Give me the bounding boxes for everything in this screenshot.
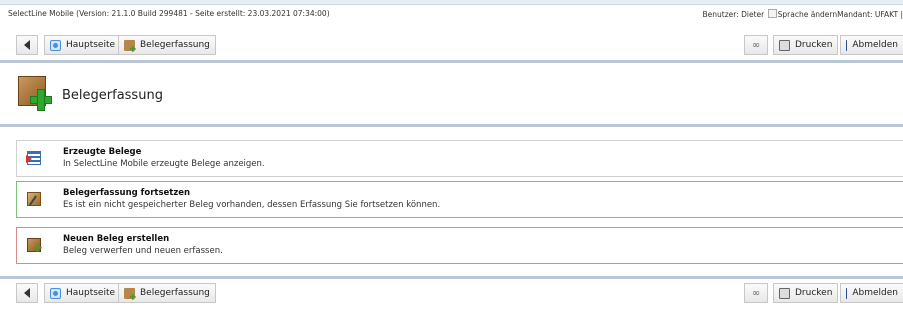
card-title: Erzeugte Belege (63, 147, 141, 157)
logout-button[interactable]: Abmelden (840, 35, 903, 55)
edit-document-icon (27, 192, 41, 206)
new-document-icon (27, 238, 41, 252)
page-title: Belegerfassung (62, 88, 163, 103)
glasses-icon: ∞ (751, 288, 762, 299)
print-button[interactable]: Drucken (773, 283, 838, 303)
belegerfassung-button-label: Belegerfassung (140, 288, 210, 298)
home-button[interactable]: Hauptseite (44, 283, 121, 303)
top-toolbar: Hauptseite Belegerfassung ∞ Drucken Abme… (0, 30, 903, 63)
mandant-label: Mandant: UFAKT | (837, 10, 903, 19)
card-belegerfassung-fortsetzen[interactable]: Belegerfassung fortsetzen Es ist ein nic… (16, 181, 903, 218)
user-label: Benutzer: Dieter (703, 10, 765, 19)
logout-icon (846, 288, 847, 299)
glasses-icon: ∞ (751, 40, 762, 51)
back-arrow-icon (24, 288, 30, 298)
home-button-label: Hauptseite (66, 288, 115, 298)
home-icon (50, 288, 61, 299)
language-flag-icon[interactable] (768, 9, 777, 18)
home-button[interactable]: Hauptseite (44, 35, 121, 55)
card-title: Belegerfassung fortsetzen (63, 188, 190, 198)
print-button[interactable]: Drucken (773, 35, 838, 55)
print-button-label: Drucken (795, 40, 832, 50)
belegerfassung-button[interactable]: Belegerfassung (118, 283, 216, 303)
home-button-label: Hauptseite (66, 40, 115, 50)
print-button-label: Drucken (795, 288, 832, 298)
belegerfassung-button-label: Belegerfassung (140, 40, 210, 50)
document-list-icon (27, 151, 41, 165)
back-button[interactable] (16, 35, 38, 55)
printer-icon (779, 288, 790, 299)
card-neuen-beleg-erstellen[interactable]: Neuen Beleg erstellen Beleg verwerfen un… (16, 227, 903, 264)
card-description: Beleg verwerfen und neuen erfassen. (63, 246, 223, 256)
language-change-link[interactable]: Sprache ändern (778, 10, 838, 19)
bottom-toolbar: Hauptseite Belegerfassung ∞ Drucken Abme… (0, 276, 903, 309)
logout-button[interactable]: Abmelden (840, 283, 903, 303)
printer-icon (779, 40, 790, 51)
home-icon (50, 40, 61, 51)
card-erzeugte-belege[interactable]: Erzeugte Belege In SelectLine Mobile erz… (16, 140, 903, 177)
belegerfassung-icon (18, 76, 52, 110)
glasses-button[interactable]: ∞ (744, 35, 768, 55)
glasses-button[interactable]: ∞ (744, 283, 768, 303)
card-title: Neuen Beleg erstellen (63, 234, 169, 244)
beleg-add-icon (124, 40, 135, 51)
card-description: In SelectLine Mobile erzeugte Belege anz… (63, 159, 265, 169)
logout-button-label: Abmelden (852, 40, 898, 50)
card-description: Es ist ein nicht gespeicherter Beleg vor… (63, 200, 440, 210)
page-header: Belegerfassung (0, 66, 903, 127)
top-border (0, 0, 903, 5)
beleg-add-icon (124, 288, 135, 299)
back-arrow-icon (24, 40, 30, 50)
logout-icon (846, 40, 847, 51)
back-button[interactable] (16, 283, 38, 303)
session-info: Benutzer: Dieter Sprache ändernMandant: … (703, 9, 903, 19)
belegerfassung-button[interactable]: Belegerfassung (118, 35, 216, 55)
version-info: SelectLine Mobile (Version: 21.1.0 Build… (8, 9, 330, 18)
logout-button-label: Abmelden (852, 288, 898, 298)
